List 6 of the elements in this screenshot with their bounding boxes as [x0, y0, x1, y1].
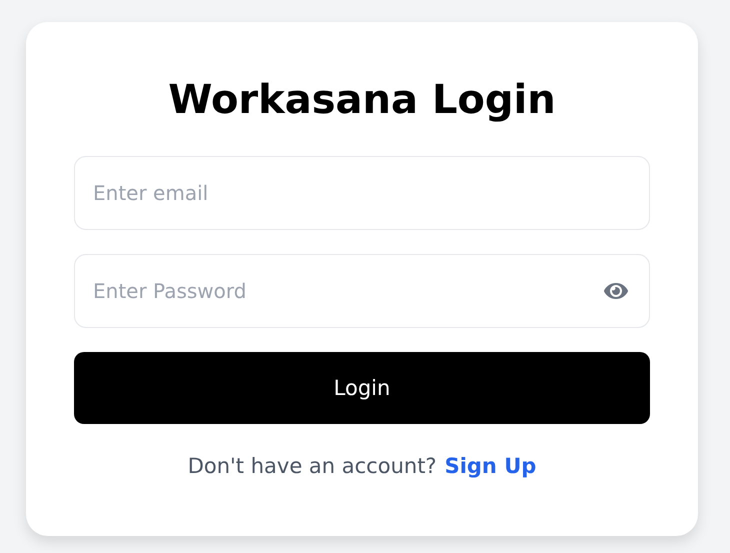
signup-link[interactable]: Sign Up	[444, 454, 536, 478]
login-button[interactable]: Login	[74, 352, 650, 424]
signup-prompt: Don't have an account?	[188, 454, 437, 478]
email-field[interactable]: Enter email	[74, 156, 650, 230]
password-field[interactable]: Enter Password	[74, 254, 650, 328]
login-title: Workasana Login	[167, 76, 557, 125]
